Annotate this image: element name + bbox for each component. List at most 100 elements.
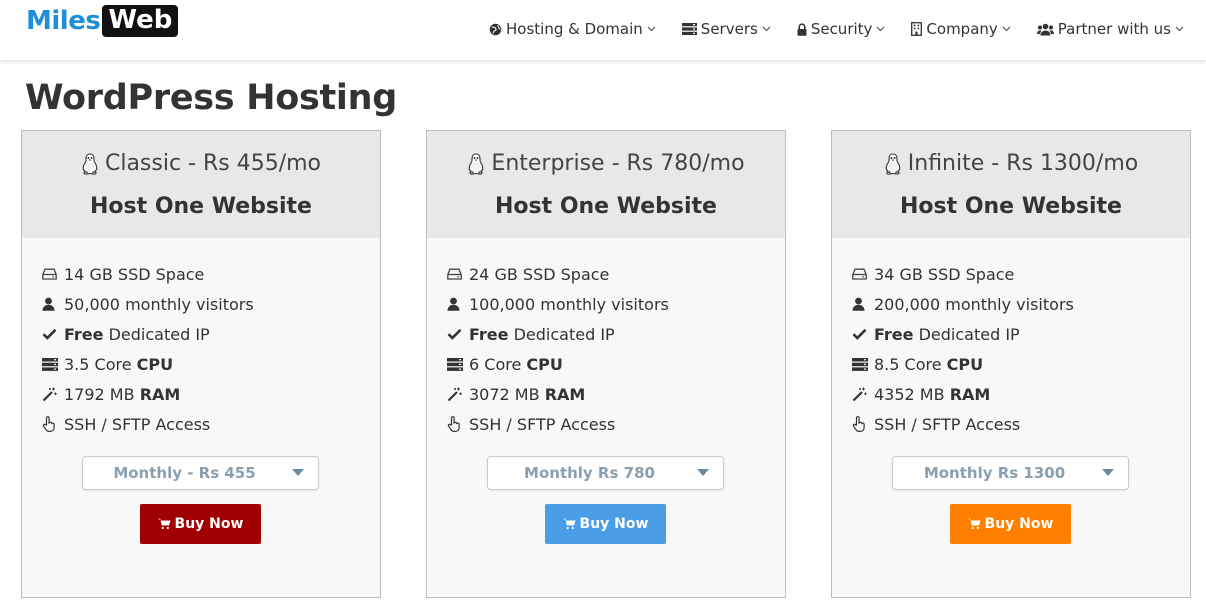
feature-cpu: 3.5 Core CPU [42,349,380,379]
servers-icon [681,23,697,35]
chevron-down-icon [1175,26,1184,32]
hdd-icon [852,268,874,280]
feature-text: 1792 MB RAM [64,384,181,404]
mileswweb-logo[interactable]: Miles Web [26,2,179,40]
feature-text: 3.5 Core CPU [64,354,174,374]
globe-icon [489,23,502,36]
check-icon [42,328,64,340]
linux-tux-icon [467,152,485,175]
chevron-down-icon [876,26,885,32]
billing-cycle-select[interactable]: Monthly Rs 780 [487,456,724,490]
nav-partner[interactable]: Partner with us [1036,20,1184,38]
buy-now-button[interactable]: Buy Now [950,504,1071,544]
feature-text: 50,000 monthly visitors [64,294,254,314]
plan-card-header: Infinite - Rs 1300/mo Host One Website [832,131,1190,238]
feature-visitors: 200,000 monthly visitors [852,289,1190,319]
nav-servers[interactable]: Servers [681,20,771,38]
chevron-down-icon [1002,26,1011,32]
feature-text: 34 GB SSD Space [874,264,1015,284]
chevron-down-icon [647,26,656,32]
feature-visitors: 50,000 monthly visitors [42,289,380,319]
plan-name: Classic - Rs 455/mo [104,151,322,176]
plan-name: Enterprise - Rs 780/mo [491,151,745,176]
feature-text: 6 Core CPU [469,354,563,374]
main-nav: Hosting & Domain Servers Security Compan… [463,20,1184,38]
billing-cycle-value: Monthly - Rs 455 [113,464,256,482]
nav-label: Hosting & Domain [506,20,643,38]
plan-card-infinite: Infinite - Rs 1300/mo Host One Website 3… [831,130,1191,598]
billing-cycle-select[interactable]: Monthly Rs 1300 [892,456,1129,490]
feature-storage: 34 GB SSD Space [852,259,1190,289]
plan-host-line: Host One Website [900,194,1122,219]
plan-name-line: Enterprise - Rs 780/mo [427,131,785,176]
buy-now-button[interactable]: Buy Now [545,504,666,544]
nav-hosting-domain[interactable]: Hosting & Domain [489,20,656,38]
buy-now-label: Buy Now [579,516,649,532]
plan-card-classic: Classic - Rs 455/mo Host One Website 14 … [21,130,381,598]
users-icon [1036,23,1054,36]
logo-text-miles: Miles [26,6,101,36]
lock-icon [797,22,807,36]
hdd-icon [447,268,469,280]
hand-pointer-icon [42,416,64,432]
feature-ssh: SSH / SFTP Access [42,409,380,439]
plan-card-header: Enterprise - Rs 780/mo Host One Website [427,131,785,238]
feature-text: Free Dedicated IP [874,324,1020,344]
user-icon [852,297,874,311]
logo-text-web: Web [102,5,179,37]
plan-host-line: Host One Website [90,194,312,219]
nav-company[interactable]: Company [911,20,1011,38]
building-icon [911,22,923,36]
plan-host-line: Host One Website [495,194,717,219]
site-header: Miles Web Hosting & Domain Servers Secur… [0,0,1206,60]
cart-icon [562,518,576,530]
plan-card-enterprise: Enterprise - Rs 780/mo Host One Website … [426,130,786,598]
feature-ram: 3072 MB RAM [447,379,785,409]
billing-cycle-value: Monthly Rs 1300 [923,464,1066,482]
billing-cycle-select[interactable]: Monthly - Rs 455 [82,456,319,490]
nav-security[interactable]: Security [797,20,886,38]
plan-name-line: Classic - Rs 455/mo [22,131,380,176]
feature-list: 34 GB SSD Space 200,000 monthly visitors… [832,238,1190,439]
plan-name: Infinite - Rs 1300/mo [907,151,1139,176]
linux-tux-icon [81,152,99,175]
hand-pointer-icon [447,416,469,432]
hdd-icon [42,268,64,280]
plan-card-header: Classic - Rs 455/mo Host One Website [22,131,380,238]
servers-icon [852,357,874,371]
buy-now-button[interactable]: Buy Now [140,504,261,544]
feature-text: 200,000 monthly visitors [874,294,1074,314]
feature-dedicated-ip: Free Dedicated IP [852,319,1190,349]
billing-cycle-value: Monthly Rs 780 [524,464,655,482]
feature-text: 24 GB SSD Space [469,264,610,284]
magic-wand-icon [42,387,64,402]
caret-down-icon [1102,469,1114,476]
check-icon [447,328,469,340]
feature-text: 3072 MB RAM [469,384,586,404]
feature-text: 100,000 monthly visitors [469,294,669,314]
feature-ssh: SSH / SFTP Access [447,409,785,439]
servers-icon [447,357,469,371]
magic-wand-icon [852,387,874,402]
nav-label: Company [926,20,998,38]
buy-now-label: Buy Now [174,516,244,532]
feature-list: 24 GB SSD Space 100,000 monthly visitors… [427,238,785,439]
servers-icon [42,357,64,371]
chevron-down-icon [762,26,771,32]
feature-list: 14 GB SSD Space 50,000 monthly visitors … [22,238,380,439]
feature-text: SSH / SFTP Access [469,414,616,434]
buy-now-label: Buy Now [984,516,1054,532]
linux-tux-icon [884,152,902,175]
feature-ram: 4352 MB RAM [852,379,1190,409]
user-icon [447,297,469,311]
feature-text: SSH / SFTP Access [64,414,211,434]
nav-label: Servers [700,20,758,38]
cart-icon [157,518,171,530]
feature-storage: 14 GB SSD Space [42,259,380,289]
feature-text: Free Dedicated IP [64,324,210,344]
hand-pointer-icon [852,416,874,432]
feature-cpu: 8.5 Core CPU [852,349,1190,379]
plan-name-line: Infinite - Rs 1300/mo [832,131,1190,176]
feature-ssh: SSH / SFTP Access [852,409,1190,439]
caret-down-icon [697,469,709,476]
